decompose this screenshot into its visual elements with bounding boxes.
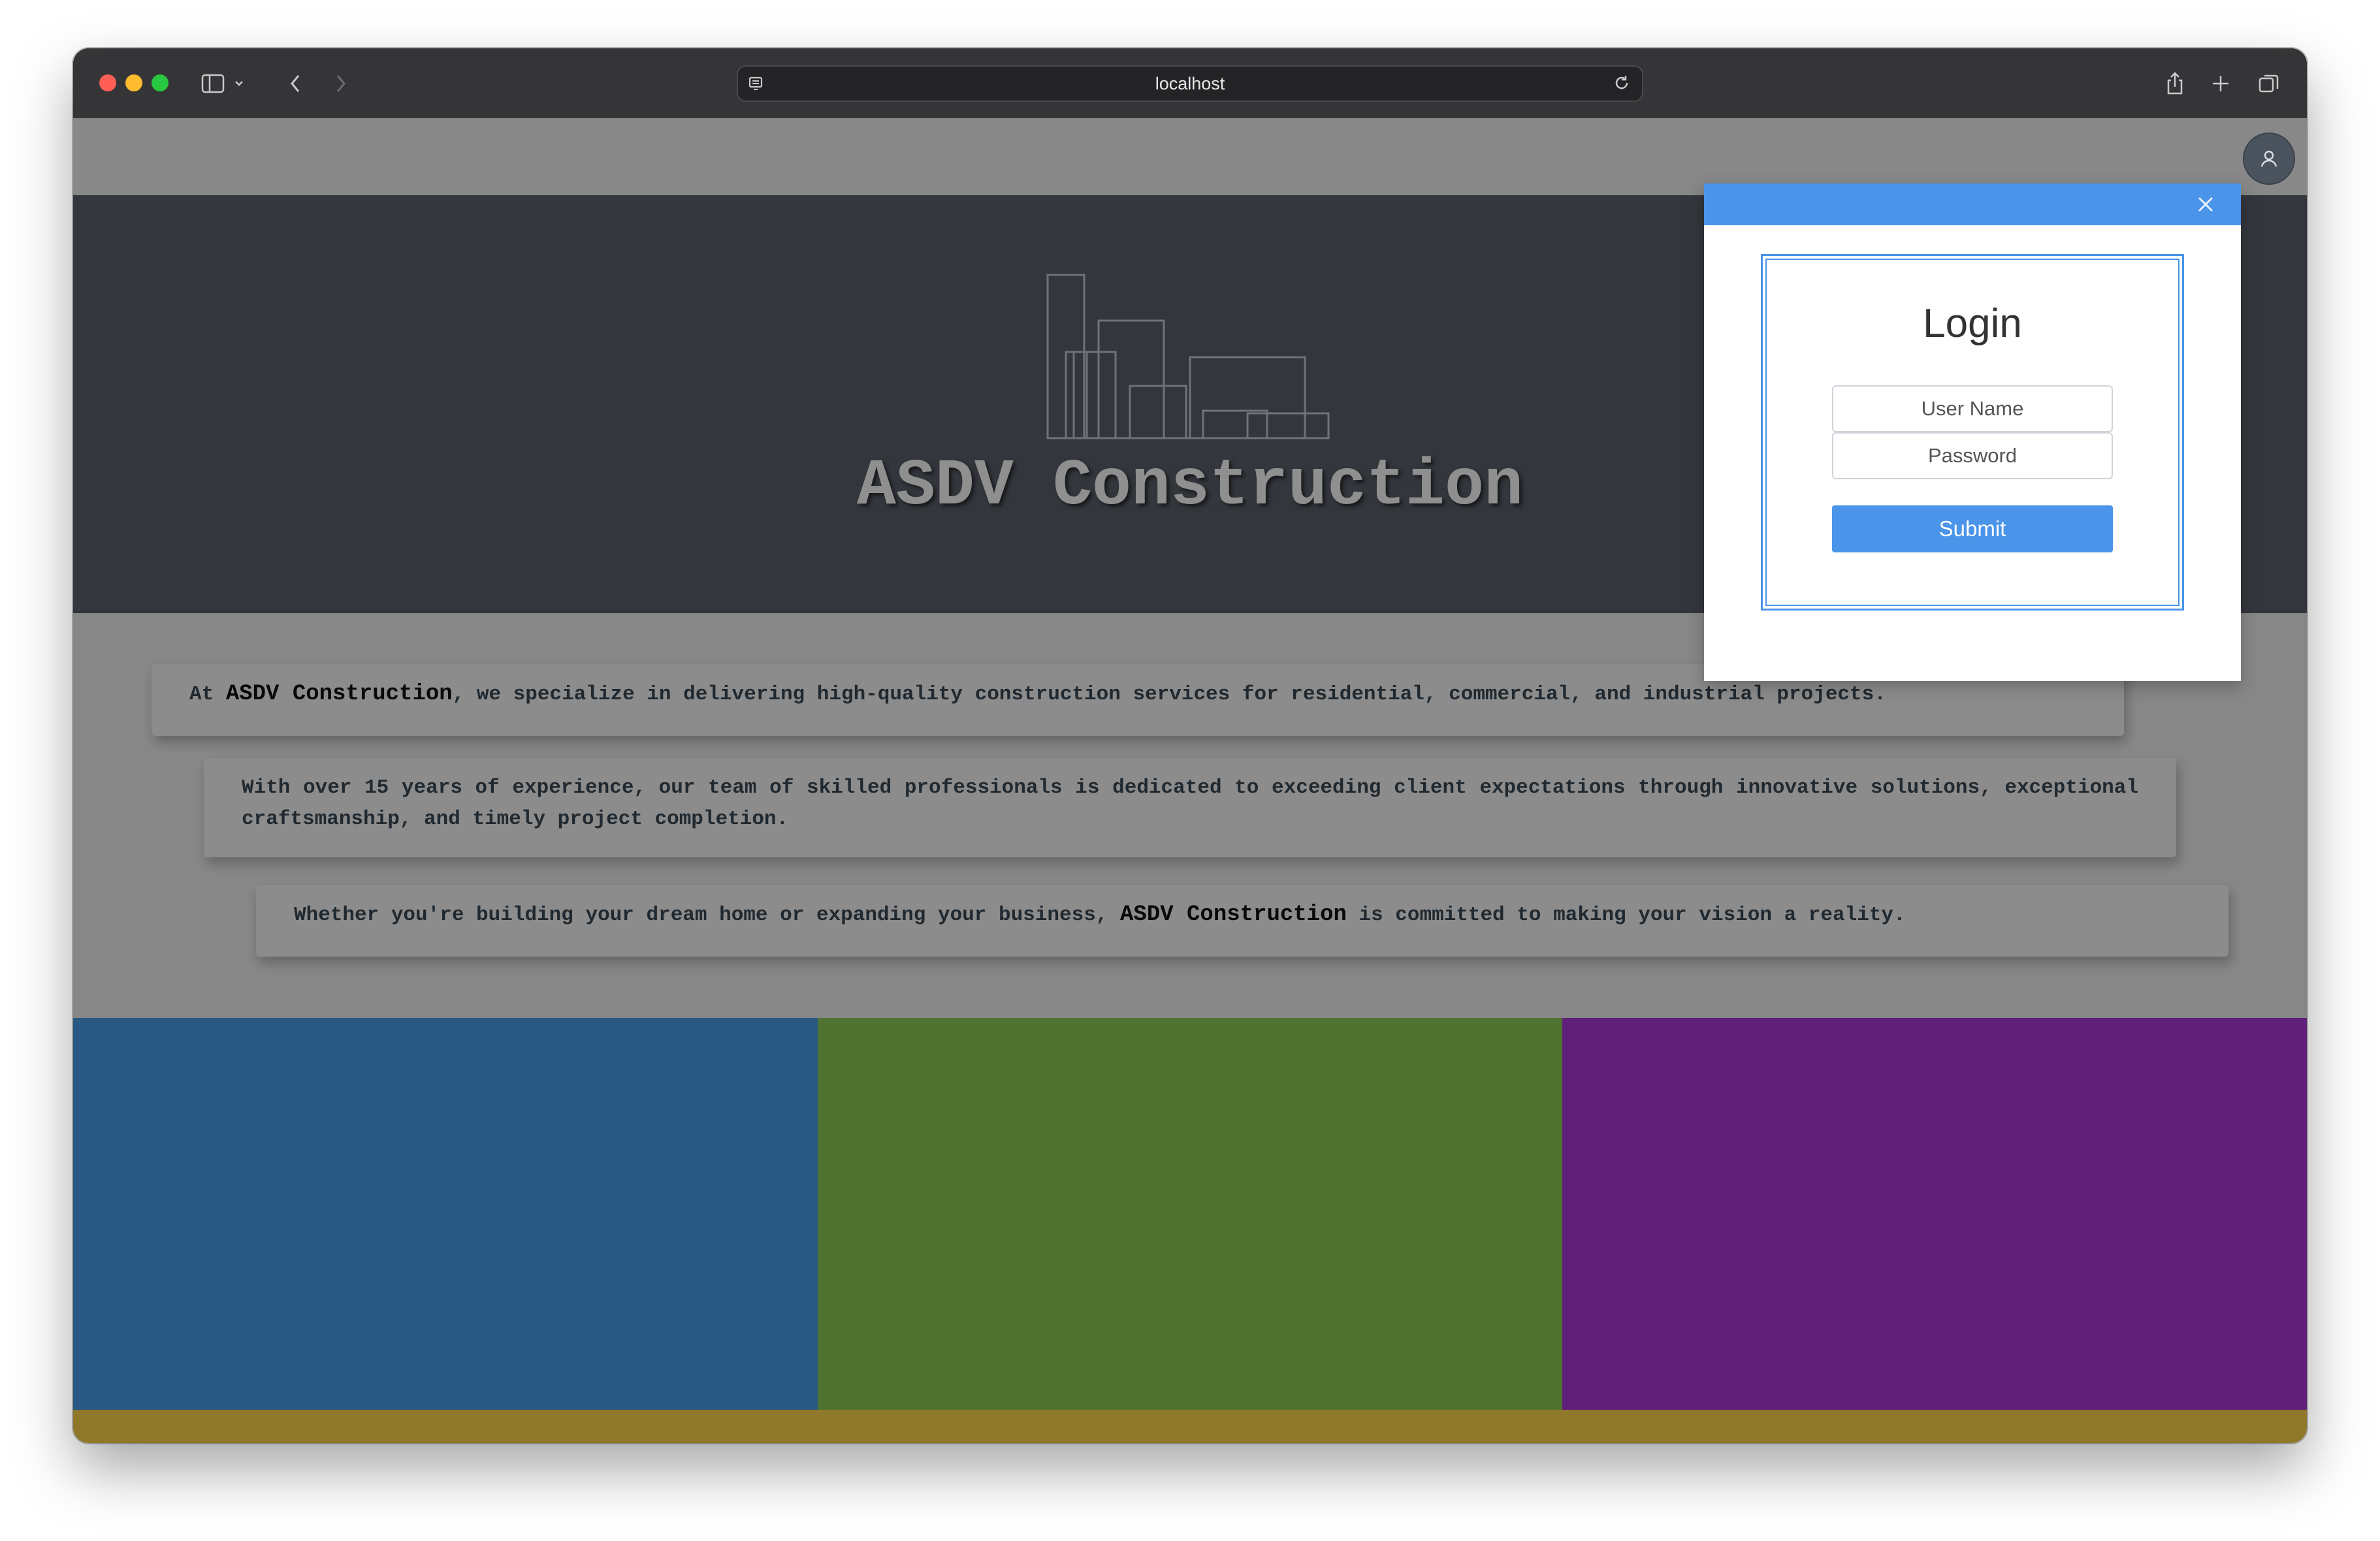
minimize-window-button[interactable] xyxy=(125,74,142,91)
modal-header xyxy=(1704,183,2241,225)
plus-icon[interactable] xyxy=(2208,68,2234,99)
chevron-right-icon[interactable] xyxy=(328,68,354,99)
share-icon[interactable] xyxy=(2162,68,2188,99)
username-input[interactable] xyxy=(1832,385,2113,432)
browser-window: localhost ASDV Construction At ASDV Cons… xyxy=(73,48,2307,1443)
login-title: Login xyxy=(1923,301,2022,346)
chevron-left-icon[interactable] xyxy=(282,68,308,99)
close-window-button[interactable] xyxy=(99,74,116,91)
reload-icon[interactable] xyxy=(1612,73,1632,93)
page-viewport: ASDV Construction At ASDV Construction, … xyxy=(73,118,2307,1443)
password-input[interactable] xyxy=(1832,432,2113,479)
login-form: Login Submit xyxy=(1761,254,2184,611)
url-text: localhost xyxy=(1155,74,1225,93)
tabs-icon[interactable] xyxy=(2256,68,2282,99)
close-icon[interactable] xyxy=(2194,193,2217,216)
sidebar-icon[interactable] xyxy=(199,68,227,99)
zoom-window-button[interactable] xyxy=(152,74,169,91)
login-modal: Login Submit xyxy=(1704,183,2241,681)
submit-button[interactable]: Submit xyxy=(1832,505,2113,552)
user-icon xyxy=(2260,150,2277,167)
chevron-down-icon[interactable] xyxy=(233,68,246,99)
browser-titlebar: localhost xyxy=(73,48,2307,119)
user-account-button[interactable] xyxy=(2243,133,2295,185)
address-bar[interactable]: localhost xyxy=(737,65,1643,102)
